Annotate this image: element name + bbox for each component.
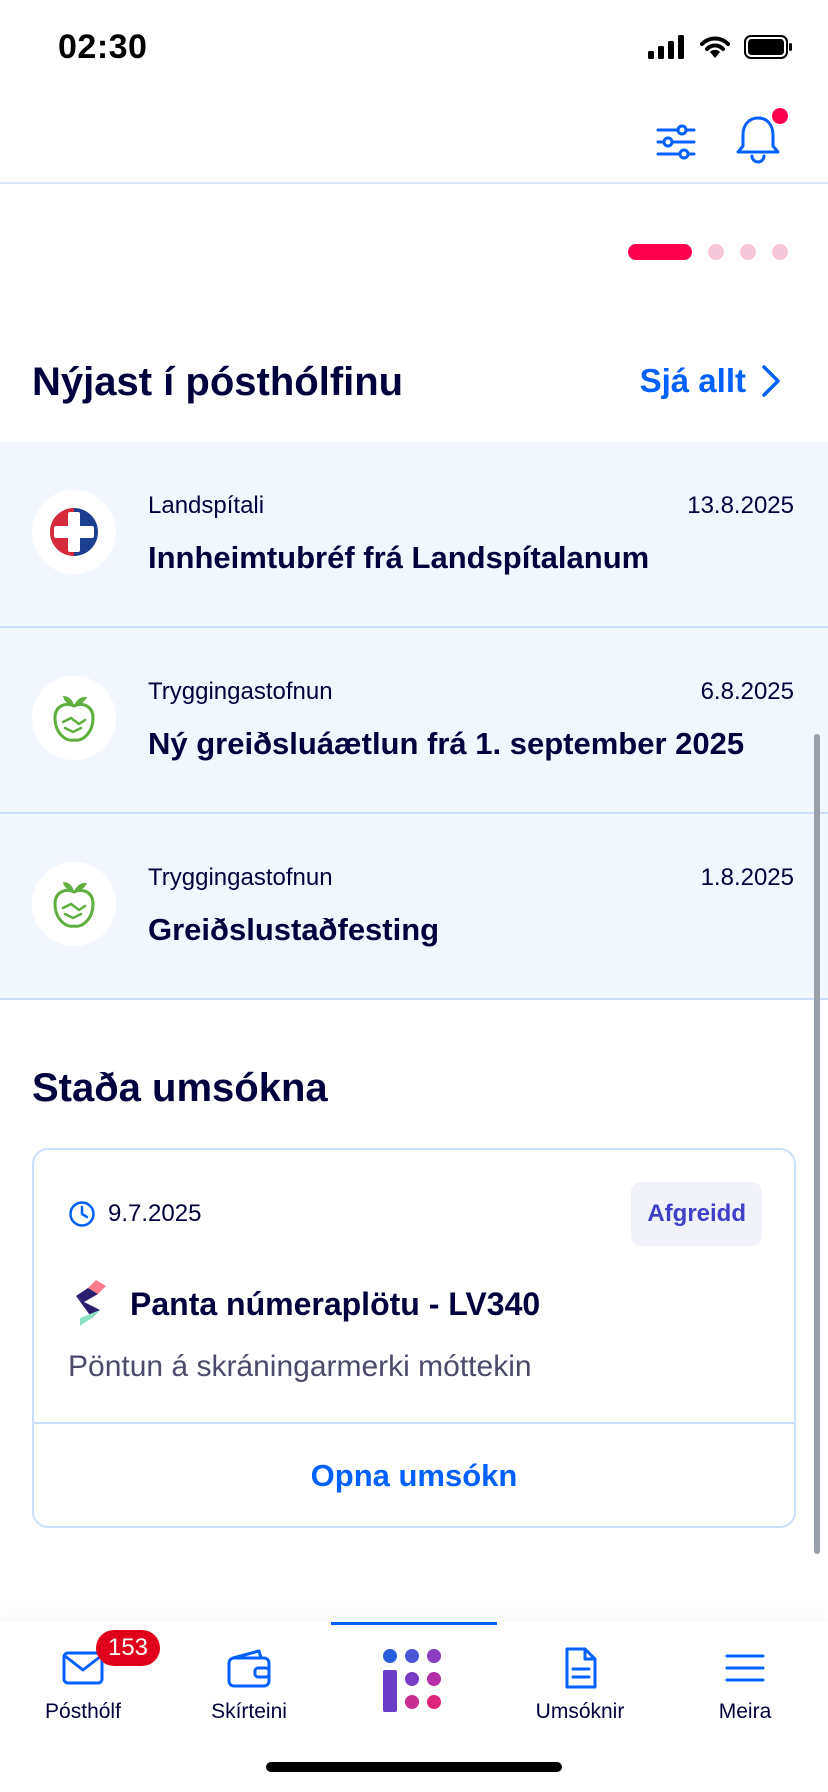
pager-dot[interactable]: [772, 244, 788, 260]
inbox-section-title: Nýjast í pósthólfinu: [32, 360, 404, 404]
landspitali-logo-icon: [32, 490, 116, 574]
inbox-item[interactable]: Tryggingastofnun 1.8.2025 Greiðslustaðfe…: [0, 814, 828, 1000]
pager-dot[interactable]: [708, 244, 724, 260]
notification-dot: [772, 108, 788, 124]
tab-label: Pósthólf: [45, 1700, 121, 1723]
inbox-date: 1.8.2025: [700, 864, 794, 891]
tab-licenses[interactable]: Skírteini: [166, 1622, 332, 1732]
chevron-right-icon: [762, 365, 780, 397]
pager-dot[interactable]: [740, 244, 756, 260]
application-card: 9.7.2025 Afgreidd Panta númeraplötu - LV…: [32, 1148, 796, 1528]
tab-more[interactable]: Meira: [662, 1622, 828, 1732]
pager-dot-active[interactable]: [628, 244, 692, 260]
tab-label: Meira: [718, 1700, 772, 1723]
tryggingastofnun-logo-icon: [32, 862, 116, 946]
inbox-date: 6.8.2025: [700, 678, 794, 705]
applications-section-title: Staða umsókna: [32, 1066, 328, 1110]
see-all-label: Sjá allt: [639, 362, 746, 399]
tab-label: Skírteini: [211, 1700, 287, 1723]
inbox-subject: Innheimtubréf frá Landspítalanum: [148, 540, 650, 575]
top-header: [0, 100, 828, 184]
status-bar: 02:30: [0, 0, 828, 100]
samgongustofa-logo-icon: [76, 1280, 106, 1326]
status-time: 02:30: [58, 28, 148, 66]
application-description: Pöntun á skráningarmerki móttekin: [68, 1350, 532, 1383]
wallet-icon: [227, 1649, 271, 1688]
open-application-button[interactable]: Opna umsókn: [34, 1424, 794, 1528]
carousel-pager: [628, 244, 788, 260]
sliders-icon: [656, 124, 696, 160]
tab-inbox[interactable]: Pósthólf 153: [0, 1622, 166, 1732]
tryggingastofnun-logo-icon: [32, 676, 116, 760]
inbox-item[interactable]: Tryggingastofnun 6.8.2025 Ný greiðsluáæt…: [0, 628, 828, 814]
see-all-link[interactable]: Sjá allt: [640, 362, 782, 400]
home-indicator[interactable]: [266, 1762, 562, 1772]
island-logo-icon: [383, 1649, 441, 1712]
application-title: Panta númeraplötu - LV340: [130, 1285, 541, 1322]
status-badge: Afgreidd: [631, 1182, 762, 1246]
clock-icon: [69, 1201, 95, 1227]
inbox-subject: Greiðslustaðfesting: [148, 912, 440, 947]
scrollbar[interactable]: [814, 734, 820, 1554]
inbox-list: Landspítali 13.8.2025 Innheimtubréf frá …: [0, 442, 828, 1000]
inbox-sender: Landspítali: [148, 492, 265, 519]
battery-icon: [744, 35, 792, 59]
inbox-item[interactable]: Landspítali 13.8.2025 Innheimtubréf frá …: [0, 442, 828, 628]
application-date-row: 9.7.2025: [68, 1200, 201, 1228]
inbox-subject: Ný greiðsluáætlun frá 1. september 2025: [148, 726, 745, 761]
tab-label: Umsóknir: [535, 1700, 625, 1723]
cellular-signal-icon: [648, 35, 684, 59]
inbox-sender: Tryggingastofnun: [148, 678, 333, 705]
inbox-date: 13.8.2025: [687, 492, 794, 519]
inbox-sender: Tryggingastofnun: [148, 864, 333, 891]
document-icon: [565, 1647, 597, 1689]
menu-icon: [725, 1654, 765, 1682]
application-title-row: Panta númeraplötu - LV340: [70, 1278, 540, 1330]
tab-home[interactable]: [331, 1622, 497, 1732]
tab-applications[interactable]: Umsóknir: [497, 1622, 663, 1732]
status-icons: [648, 34, 794, 60]
application-date: 9.7.2025: [108, 1200, 202, 1227]
unread-count-badge: 153: [96, 1630, 160, 1666]
filter-button[interactable]: [652, 118, 700, 166]
wifi-icon: [700, 36, 730, 58]
